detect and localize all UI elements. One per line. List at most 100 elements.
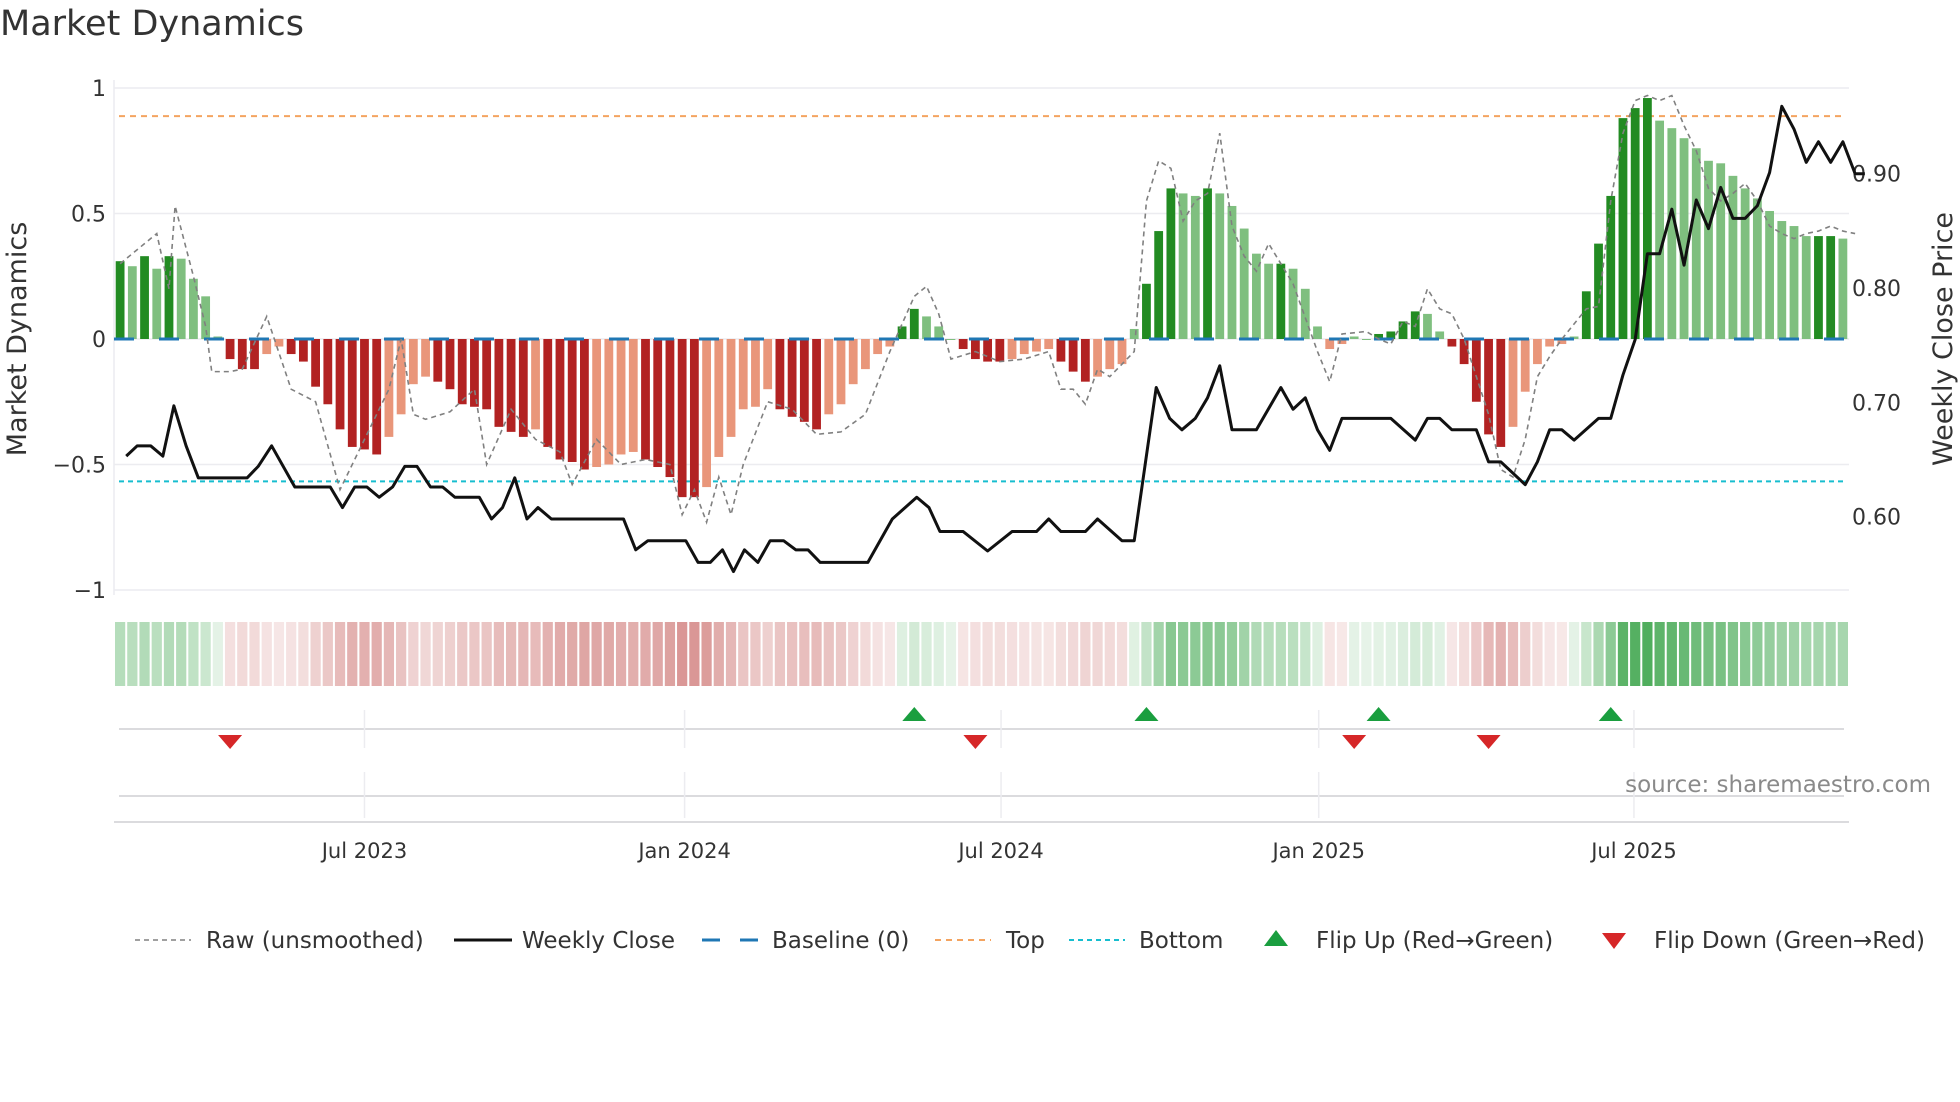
legend-flip-up-icon bbox=[1264, 930, 1288, 946]
legend-label: Raw (unsmoothed) bbox=[206, 928, 424, 954]
heat-strip-cell bbox=[1532, 622, 1543, 686]
heat-strip-cell bbox=[1813, 622, 1824, 686]
dynamics-bar bbox=[518, 339, 528, 437]
dynamics-bar bbox=[1032, 339, 1041, 352]
heat-strip-cell bbox=[530, 622, 541, 686]
dynamics-bar bbox=[127, 266, 137, 339]
legend-label: Baseline (0) bbox=[772, 928, 909, 954]
heat-strip-cell bbox=[1642, 622, 1653, 686]
heat-strip-cell bbox=[787, 622, 798, 686]
dynamics-bar bbox=[958, 339, 968, 350]
heat-strip-cell bbox=[1349, 622, 1360, 686]
heat-strip-cell bbox=[1666, 622, 1677, 686]
heat-strip-cell bbox=[1593, 622, 1604, 686]
dynamics-bar bbox=[1801, 236, 1811, 339]
dynamics-bar bbox=[1019, 339, 1029, 355]
flip-up-marker bbox=[1134, 707, 1159, 721]
heat-strip-cell bbox=[1092, 622, 1103, 686]
heat-strip-cell bbox=[1104, 622, 1115, 686]
dynamics-bar bbox=[323, 339, 333, 405]
dynamics-bar bbox=[787, 339, 797, 417]
heat-strip-cell bbox=[151, 622, 162, 686]
dynamics-bar bbox=[812, 339, 821, 430]
flip-up-marker bbox=[1598, 707, 1623, 721]
dynamics-bar bbox=[384, 339, 394, 437]
heat-strip-cell bbox=[310, 622, 321, 686]
heat-strip-cell bbox=[457, 622, 468, 686]
heat-strip-cell bbox=[261, 622, 272, 686]
dynamics-bar bbox=[1203, 188, 1212, 339]
heat-strip-cell bbox=[237, 622, 248, 686]
heat-strip-cell bbox=[176, 622, 187, 686]
dynamics-bar bbox=[1190, 195, 1200, 339]
heat-strip-cell bbox=[408, 622, 419, 686]
dynamics-bar bbox=[775, 339, 785, 410]
heat-strip-cell bbox=[1776, 622, 1787, 686]
dynamics-bar bbox=[445, 339, 455, 390]
dynamics-bar bbox=[1630, 108, 1640, 339]
heat-strip-cell bbox=[1422, 622, 1433, 686]
dynamics-bar bbox=[482, 339, 492, 410]
heat-strip-cell bbox=[1703, 622, 1714, 686]
dynamics-bar bbox=[1520, 339, 1530, 392]
dynamics-bar bbox=[1484, 339, 1493, 435]
heat-strip-cell bbox=[1764, 622, 1775, 686]
heat-strip-cell bbox=[347, 622, 358, 686]
dynamics-bar bbox=[1166, 188, 1176, 339]
dynamics-bar bbox=[1581, 291, 1591, 339]
dynamics-bar bbox=[848, 339, 858, 385]
heat-strip-cell bbox=[1312, 622, 1323, 686]
y-tick-label: −1 bbox=[74, 579, 106, 604]
dynamics-bar bbox=[1667, 128, 1677, 339]
heat-strip-cell bbox=[163, 622, 175, 686]
legend-label: Flip Down (Green→Red) bbox=[1654, 928, 1925, 954]
heat-strip-cell bbox=[322, 622, 333, 686]
dynamics-bar bbox=[1154, 231, 1164, 339]
heat-strip-cell bbox=[774, 622, 786, 686]
heat-strip-cell bbox=[1459, 622, 1470, 686]
dynamics-bar bbox=[873, 339, 883, 355]
heat-strip-cell bbox=[1434, 622, 1445, 686]
dynamics-bar bbox=[799, 339, 809, 422]
legend-label: Top bbox=[1005, 928, 1045, 954]
heat-strip-cell bbox=[860, 622, 871, 686]
heat-strip-cell bbox=[298, 622, 309, 686]
dynamics-bar bbox=[616, 339, 626, 455]
dynamics-bar bbox=[1642, 98, 1652, 339]
heat-strip-cell bbox=[127, 622, 138, 686]
heat-strip-cell bbox=[505, 622, 517, 686]
heat-strip-cell bbox=[921, 622, 932, 686]
dynamics-bar bbox=[641, 339, 650, 460]
heat-strip-cell bbox=[1581, 622, 1592, 686]
heat-strip-cell bbox=[469, 622, 480, 686]
heat-strip-cell bbox=[1006, 622, 1018, 686]
dynamics-bar bbox=[995, 339, 1005, 362]
dynamics-bar bbox=[470, 339, 479, 407]
heat-strip-cell bbox=[896, 622, 908, 686]
heat-strip-cell bbox=[1373, 622, 1384, 686]
legend-label: Bottom bbox=[1139, 928, 1223, 954]
dynamics-bar bbox=[164, 256, 174, 339]
dynamics-bar bbox=[1044, 339, 1054, 350]
dynamics-bar bbox=[494, 339, 504, 427]
dynamics-bar bbox=[1594, 243, 1603, 339]
heat-strip-cell bbox=[1031, 622, 1042, 686]
heat-strip-cell bbox=[249, 622, 260, 686]
x-tick-label: Jul 2025 bbox=[1589, 839, 1676, 863]
dynamics-bar bbox=[1227, 205, 1237, 339]
heat-strip-cell bbox=[1483, 622, 1494, 686]
dynamics-bar bbox=[1423, 313, 1432, 339]
dynamics-bar bbox=[1117, 339, 1127, 365]
dynamics-bar bbox=[1508, 339, 1518, 427]
heat-strip-cell bbox=[1752, 622, 1763, 686]
heat-strip-cell bbox=[762, 622, 773, 686]
heat-strip-cell bbox=[811, 622, 822, 686]
y-axis-title: Market Dynamics bbox=[2, 222, 33, 457]
heat-strip-cell bbox=[1654, 622, 1665, 686]
heat-strip-cell bbox=[444, 622, 456, 686]
dynamics-bar bbox=[861, 339, 870, 370]
heat-strip-cell bbox=[823, 622, 834, 686]
heat-strip-cell bbox=[835, 622, 847, 686]
dynamics-bar bbox=[1447, 339, 1457, 347]
heat-strip-cell bbox=[958, 622, 969, 686]
